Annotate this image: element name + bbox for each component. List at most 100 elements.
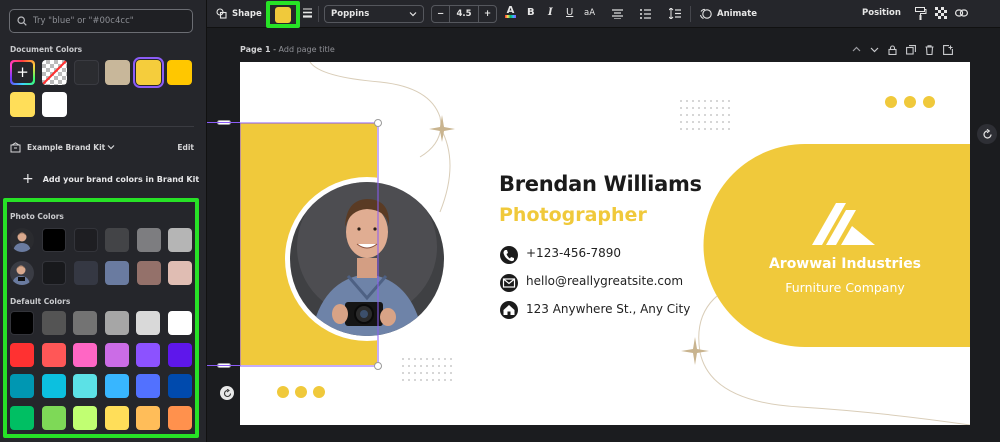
card-phone[interactable]: +123-456-7890 [526,246,621,260]
photo-color-swatch[interactable] [168,261,192,285]
photo-thumbnail-2[interactable] [10,261,34,285]
company-name[interactable]: Arowwai Industries [750,256,940,272]
chevron-down-icon[interactable] [870,45,879,54]
default-color-swatch[interactable] [136,374,160,398]
default-color-swatch[interactable] [104,311,129,335]
default-color-swatch[interactable] [167,374,192,398]
link-button[interactable] [955,8,968,18]
brand-kit-dropdown[interactable]: Example Brand Kit [27,143,115,152]
search-icon [17,16,27,26]
transparency-button[interactable] [935,7,947,19]
default-color-swatch[interactable] [10,374,34,398]
company-subtitle[interactable]: Furniture Company [750,280,940,295]
photo-color-swatch[interactable] [42,261,66,285]
paint-format-button[interactable] [915,7,927,20]
bold-button[interactable]: B [527,7,535,18]
default-color-swatch[interactable] [73,405,97,430]
yellow-company-capsule[interactable] [703,144,971,347]
default-color-swatch[interactable] [73,374,97,398]
photo-color-swatch[interactable] [73,261,98,285]
default-color-swatch[interactable] [136,311,160,335]
trash-icon[interactable] [925,45,934,55]
photo-color-swatch[interactable] [136,228,161,252]
shape-button[interactable]: Shape [216,8,262,19]
default-color-swatch[interactable] [10,405,34,430]
page-header: Page 1 - Add page title [240,45,335,54]
decrease-font-size-button[interactable]: − [432,9,449,19]
font-size-value[interactable]: 4.5 [449,6,479,22]
underline-button[interactable]: U [566,7,573,18]
card-email[interactable]: hello@reallygreatsite.com [526,274,683,288]
text-color-icon: A [506,5,515,16]
position-button[interactable]: Position [862,8,901,18]
border-style-button[interactable] [303,8,312,18]
document-color-swatch[interactable] [74,60,99,85]
default-color-swatch[interactable] [41,374,66,398]
text-color-button[interactable]: A [505,6,516,18]
lock-icon[interactable] [888,45,897,55]
refresh-button[interactable] [977,124,997,144]
rotate-icon [223,388,231,397]
align-button[interactable] [612,9,623,19]
document-colors-title: Document Colors [10,45,83,54]
default-color-swatch[interactable] [136,342,160,367]
document-color-swatch[interactable] [10,92,35,117]
dot-grid-decoration [402,358,452,381]
spacing-button[interactable] [669,8,681,19]
panel-divider [10,126,194,127]
fill-color-button[interactable] [266,1,300,28]
default-color-swatch[interactable] [10,342,34,367]
brand-kit-edit-link[interactable]: Edit [177,143,194,152]
page-number-label: Page 1 [240,45,271,54]
default-color-swatch[interactable] [104,342,129,367]
default-color-swatch[interactable] [41,311,66,335]
default-color-swatch[interactable] [73,342,97,367]
document-color-swatch[interactable] [105,60,130,85]
photo-color-swatch[interactable] [105,228,129,252]
chevron-up-icon[interactable] [852,45,861,54]
letter-case-button[interactable]: aA [584,8,595,18]
italic-button[interactable]: I [548,7,553,18]
card-role[interactable]: Photographer [499,204,647,226]
default-color-swatch[interactable] [10,311,34,335]
photo-color-swatch[interactable] [73,228,98,252]
default-color-swatch[interactable] [167,342,192,367]
design-page[interactable]: Brendan Williams Photographer +123-456-7… [240,62,970,425]
default-color-swatch[interactable] [104,405,129,430]
duplicate-icon[interactable] [906,45,916,55]
photo-color-swatch[interactable] [105,261,129,285]
add-page-icon[interactable] [943,45,953,55]
page-title-input[interactable]: Add page title [279,45,335,54]
document-color-swatch[interactable] [167,60,192,85]
default-color-swatch[interactable] [104,374,129,398]
add-brand-colors-label: Add your brand colors in Brand Kit [42,174,200,184]
default-color-swatch[interactable] [167,311,192,335]
default-color-swatch[interactable] [167,405,192,430]
color-search-input[interactable] [33,16,183,26]
card-name[interactable]: Brendan Williams [499,172,702,196]
color-search-box[interactable] [9,9,193,33]
transparent-swatch[interactable] [42,60,67,85]
document-color-swatch[interactable] [42,92,67,117]
photo-thumbnail-1[interactable] [10,228,34,252]
list-button[interactable] [640,9,651,19]
add-brand-colors-button[interactable]: + Add your brand colors in Brand Kit [22,172,200,186]
animate-button[interactable]: Animate [700,8,757,20]
animate-icon [700,8,712,19]
default-color-swatch[interactable] [41,342,66,367]
rotate-handle[interactable] [220,386,234,400]
font-family-value: Poppins [331,9,370,19]
card-address[interactable]: 123 Anywhere St., Any City [526,302,690,316]
document-color-swatch-selected[interactable] [133,57,164,88]
photo-color-swatch[interactable] [42,228,66,252]
photo-color-swatch[interactable] [136,261,161,285]
increase-font-size-button[interactable]: + [479,9,496,19]
font-family-select[interactable]: Poppins [324,5,424,23]
default-color-swatch[interactable] [136,405,160,430]
color-panel: Document Colors + Example Brand Kit Edit [0,0,207,442]
default-color-swatch[interactable] [73,311,97,335]
default-color-swatch[interactable] [41,405,66,430]
font-size-stepper[interactable]: − 4.5 + [431,5,497,23]
add-color-button[interactable]: + [10,60,35,85]
photo-color-swatch[interactable] [168,228,192,252]
